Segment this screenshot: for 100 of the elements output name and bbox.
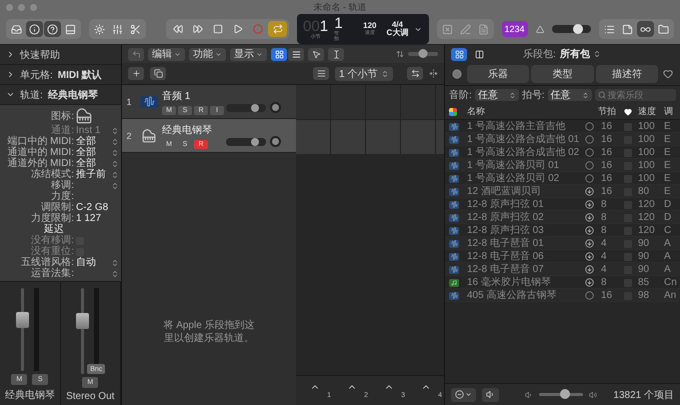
piano-icon [140, 130, 158, 142]
view-toggle-button[interactable] [288, 48, 304, 60]
filter-button[interactable]: 乐器 [467, 65, 530, 83]
preview-speaker-button[interactable] [482, 388, 499, 402]
param-value[interactable]: C-2 G8 [76, 202, 109, 213]
pan-knob[interactable] [270, 102, 281, 113]
lane-grid-cell[interactable] [331, 85, 365, 119]
pack-dropdown[interactable]: 所有包 [560, 47, 601, 61]
param-value[interactable]: 全部 [76, 147, 109, 158]
volume-slider[interactable] [226, 104, 266, 112]
lane-grid-cell[interactable] [436, 120, 444, 154]
signature-dropdown[interactable]: 任意 [548, 89, 592, 101]
pointer-tool-button[interactable] [308, 48, 324, 60]
stepper-icon [111, 258, 119, 266]
loop-beats: 8 [600, 198, 608, 211]
zoom-fit-button[interactable] [407, 67, 423, 80]
view-toggle-button[interactable] [26, 21, 43, 37]
inspector-section[interactable]: 轨道: 经典电钢琴 [0, 85, 121, 105]
text-tool-button[interactable] [328, 48, 344, 60]
grid-icon [274, 50, 284, 58]
duplicate-track-button[interactable] [150, 67, 166, 80]
loop-tempo: 100 [638, 172, 656, 185]
scale-dropdown[interactable]: 任意 [474, 89, 519, 101]
slider-thumb[interactable] [250, 104, 259, 112]
chevron-down-icon [465, 391, 472, 398]
inspector-section[interactable]: 快速帮助 [0, 45, 121, 65]
search-field[interactable]: 搜索乐段 [594, 89, 676, 101]
loop-row[interactable]: 12 酒吧蓝调贝司 16 80 E [445, 185, 680, 198]
slider-thumb[interactable] [250, 138, 259, 146]
menu-button[interactable]: 显示 [230, 48, 267, 60]
section-label[interactable]: 延迟 [0, 224, 109, 235]
loop-row[interactable]: 12-8 原声扫弦 03 8 120 C [445, 224, 680, 237]
menu-button[interactable] [451, 388, 476, 402]
loop-row[interactable]: 12-8 电子琶音 01 4 90 A [445, 237, 680, 250]
loop-row[interactable]: 1 号高速公路主音吉他 16 100 E [445, 120, 680, 133]
lane-grid-cell[interactable] [296, 85, 330, 119]
menu-button[interactable]: 编辑 [148, 48, 185, 60]
param-value[interactable]: 自动 [76, 257, 109, 268]
param-value[interactable]: 全部 [76, 136, 109, 147]
loop-key: D [664, 198, 680, 211]
loop-tempo: 100 [638, 133, 656, 146]
loop-row[interactable]: 1 号高速公路合成吉他 02 16 100 E [445, 146, 680, 159]
lane-grid-cell[interactable] [296, 120, 330, 154]
item-count: 13821 个项目 [613, 388, 674, 402]
column-header[interactable]: 节拍 [598, 105, 618, 118]
loop-row[interactable]: 1 号高速公路贝司 01 16 100 E [445, 159, 680, 172]
count-in-button[interactable]: 1234 [502, 21, 528, 37]
lane-grid-cell[interactable] [331, 120, 365, 154]
loop-beats: 8 [600, 224, 608, 237]
column-header[interactable]: 名称 [463, 105, 585, 118]
fader-handle[interactable] [16, 312, 29, 328]
inspector-section[interactable]: 单元格: MIDI 默认 [0, 65, 121, 85]
filter-button[interactable]: 类型 [531, 65, 594, 83]
loop-row[interactable]: 1 号高速公路贝司 02 16 100 E [445, 172, 680, 185]
slider-thumb[interactable] [418, 49, 428, 58]
loop-row[interactable]: 12-8 原声扫弦 02 8 120 D [445, 211, 680, 224]
loop-name: 405 高速公路古钢琴 [466, 289, 558, 302]
bar-number-text: 1 [320, 18, 328, 34]
back-button[interactable] [128, 48, 144, 60]
master-volume-slider[interactable] [552, 25, 591, 33]
loop-row[interactable]: 405 高速公路古钢琴 16 98 An [445, 289, 680, 302]
window-toggle-button[interactable] [637, 21, 654, 37]
stepper-icon [381, 70, 389, 78]
param-value[interactable]: 1 127 [76, 213, 109, 224]
loop-row[interactable]: 12-8 原声扫弦 01 8 120 D [445, 198, 680, 211]
column-header[interactable]: 调 [664, 105, 680, 118]
transport-button[interactable] [268, 21, 287, 37]
loop-beats: 16 [600, 120, 614, 133]
zoom-slider[interactable] [408, 52, 438, 56]
view-toggle-button[interactable] [451, 48, 467, 60]
column-header[interactable]: 速度 [638, 105, 664, 118]
param-value[interactable]: 全部 [76, 158, 109, 169]
slider-thumb[interactable] [560, 389, 570, 399]
slider-thumb[interactable] [573, 24, 584, 34]
add-track-button[interactable] [128, 67, 144, 80]
fader-handle[interactable] [76, 312, 90, 329]
param-label: 移调: [51, 180, 74, 191]
catch-button[interactable] [313, 67, 329, 80]
lane-grid-cell[interactable] [401, 120, 435, 154]
loop-row[interactable]: 12-8 电子琶音 06 4 90 A [445, 250, 680, 263]
volume-slider[interactable] [226, 138, 266, 146]
lane-grid-cell[interactable] [366, 120, 400, 154]
pan-knob[interactable] [270, 136, 281, 147]
param-value[interactable]: 推子前 [76, 169, 109, 180]
color-grid-icon [449, 108, 457, 116]
waveform-icon [449, 122, 459, 130]
loop-row[interactable]: 16 毫米胶片电钢琴 8 85 Cn [445, 276, 680, 289]
lane-grid-cell[interactable] [401, 85, 435, 119]
menu-button[interactable]: 功能 [189, 48, 226, 60]
view-toggle-button[interactable] [44, 21, 61, 37]
loop-row[interactable]: 12-8 电子琶音 07 4 90 A [445, 263, 680, 276]
loop-row[interactable]: 1 号高速公路合成吉他 01 16 100 E [445, 133, 680, 146]
lane-grid-cell[interactable] [436, 85, 444, 119]
pointer-icon [312, 50, 320, 58]
view-toggle-button[interactable] [271, 48, 287, 60]
waveform-icon [449, 200, 459, 208]
snap-dropdown[interactable]: 1 个小节 [335, 66, 393, 80]
filter-button[interactable]: 描述符 [596, 65, 658, 83]
track-name: 音频 1 [162, 90, 192, 102]
lane-grid-cell[interactable] [366, 85, 400, 119]
